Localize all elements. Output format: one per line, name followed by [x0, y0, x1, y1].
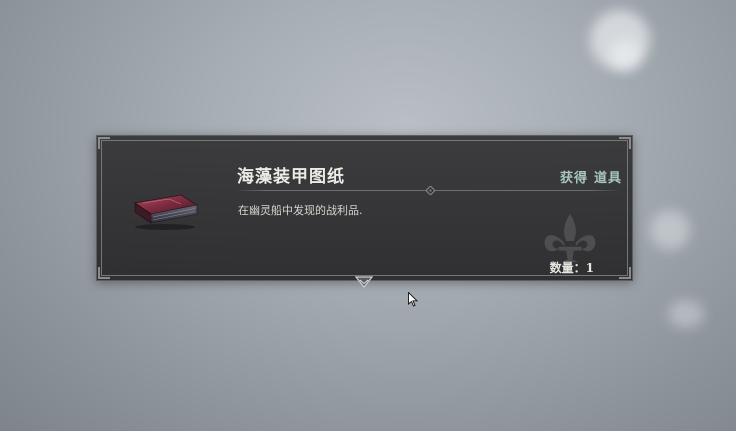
quantity-label: 数量： [549, 261, 586, 275]
frame-corner [619, 267, 631, 279]
divider-ornament-icon [426, 186, 435, 195]
background-cloud [650, 210, 690, 250]
item-category: 道具 [593, 171, 622, 186]
quantity-value: 1 [585, 261, 594, 275]
frame-corner [619, 137, 631, 149]
frame-corner [98, 137, 110, 149]
chevron-down-icon[interactable] [355, 276, 373, 288]
background-cloud [668, 300, 704, 328]
item-name: 海藻装甲图纸 [237, 167, 345, 187]
mouse-cursor-icon [408, 292, 418, 307]
acquire-tag: 获得 道具 [560, 167, 622, 186]
frame-corner [98, 267, 110, 279]
quantity-display: 数量：1 [550, 259, 594, 276]
item-acquired-notification[interactable]: 海藻装甲图纸 获得 道具 在幽灵船中发现的战利品. 数量：1 [96, 135, 633, 281]
blueprint-book-icon [133, 194, 199, 230]
item-description: 在幽灵船中发现的战利品. [238, 204, 363, 217]
background-cloud [610, 40, 640, 70]
acquire-label: 获得 [559, 171, 588, 186]
